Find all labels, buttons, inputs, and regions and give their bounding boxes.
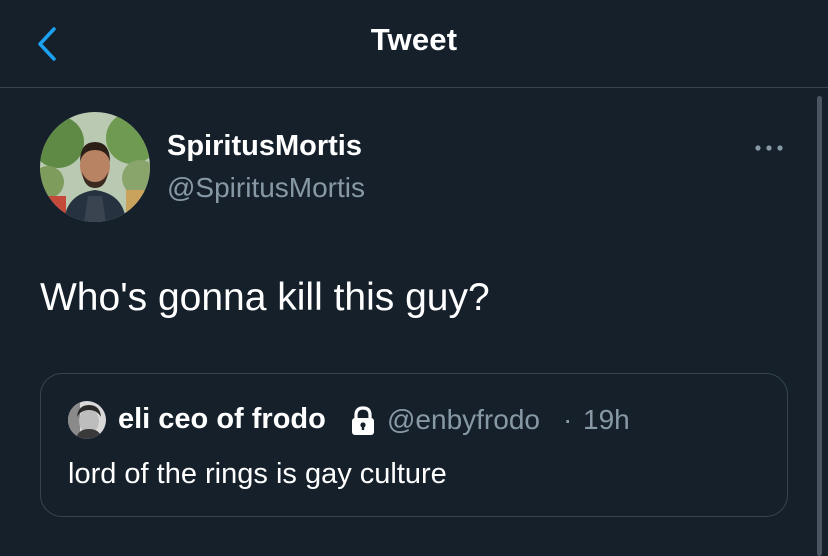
author-avatar[interactable]: [40, 112, 150, 222]
quoted-tweet-text: lord of the rings is gay culture: [68, 458, 447, 490]
quoted-author-avatar[interactable]: [68, 401, 106, 439]
lock-icon: [348, 405, 378, 437]
quoted-author-handle[interactable]: @enbyfrodo: [387, 404, 540, 436]
page-title: Tweet: [370, 22, 458, 57]
quoted-timestamp[interactable]: 19h: [583, 404, 630, 436]
author-avatar-image: [40, 112, 150, 222]
scrollbar[interactable]: [817, 96, 822, 556]
quoted-author-display-name[interactable]: eli ceo of frodo: [118, 403, 326, 436]
quoted-tweet-card[interactable]: eli ceo of frodo @enbyfrodo · 19h lord o…: [40, 373, 788, 517]
author-handle[interactable]: @SpiritusMortis: [167, 172, 365, 204]
more-options-button[interactable]: [750, 134, 790, 162]
author-display-name[interactable]: SpiritusMortis: [167, 130, 362, 163]
more-horizontal-icon: [755, 145, 783, 151]
meta-separator: ·: [563, 404, 573, 435]
top-bar: Tweet: [0, 0, 828, 88]
quoted-author-avatar-image: [68, 401, 106, 439]
tweet-text: Who's gonna kill this guy?: [40, 276, 490, 319]
